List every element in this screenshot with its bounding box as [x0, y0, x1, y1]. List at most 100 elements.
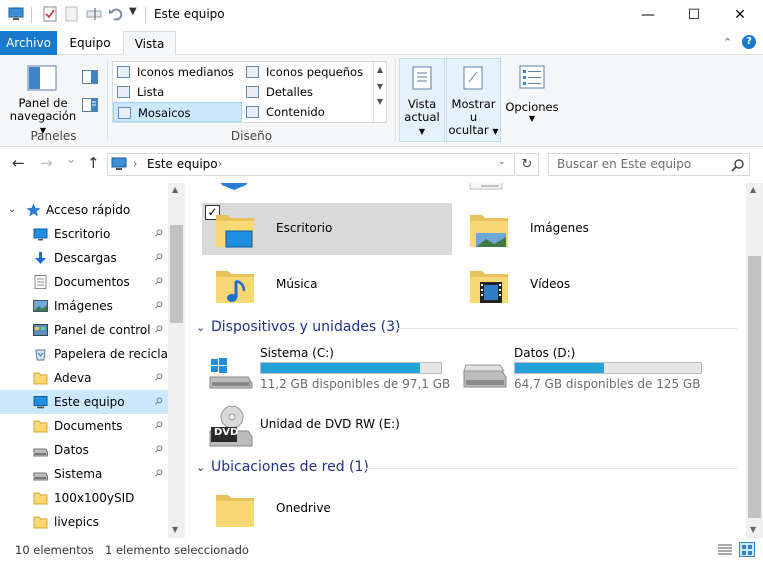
layout-tiles[interactable]: Mosaicos — [113, 102, 242, 122]
breadcrumb-location[interactable]: Este equipo — [147, 157, 218, 171]
scrollbar-thumb[interactable] — [748, 256, 761, 518]
current-view-button[interactable]: Vista actual ▼ — [399, 58, 445, 142]
section-header-devices[interactable]: Dispositivos y unidades (3) — [211, 319, 401, 335]
gallery-expand-icon[interactable]: ▼ — [374, 97, 386, 106]
forward-button[interactable]: → — [40, 154, 53, 172]
sidebar-item[interactable]: 100x100ySID — [0, 486, 168, 510]
tile-drive-e[interactable]: DVD Unidad de DVD RW (E:) — [202, 399, 452, 451]
tile-escritorio[interactable]: ✓ Escritorio — [202, 203, 452, 255]
new-folder-icon[interactable] — [64, 6, 80, 22]
sidebar-item[interactable]: Documents ⚲ — [0, 414, 168, 438]
computer-icon[interactable] — [8, 6, 24, 22]
tab-vista[interactable]: Vista — [123, 31, 176, 56]
tab-archivo[interactable]: Archivo — [0, 31, 57, 55]
sidebar-item[interactable]: Panel de control ⚲ — [0, 318, 168, 342]
preview-pane-icon[interactable] — [82, 70, 98, 84]
section-header-network[interactable]: Ubicaciones de red (1) — [211, 459, 369, 475]
refresh-button[interactable]: ↻ — [516, 153, 539, 176]
tab-equipo[interactable]: Equipo — [57, 31, 123, 55]
customize-qa-dropdown-icon[interactable]: ▼ — [129, 6, 137, 17]
close-button[interactable]: ✕ — [717, 0, 763, 31]
drive-usage-fill — [261, 363, 421, 373]
details-view-icon[interactable] — [717, 543, 733, 556]
sidebar-item[interactable]: Adeva ⚲ — [0, 366, 168, 390]
content-scrollbar[interactable]: ▲ ▼ — [746, 183, 763, 538]
scroll-up-icon[interactable]: ▲ — [750, 185, 756, 194]
search-icon[interactable] — [731, 159, 744, 172]
section-divider — [396, 328, 738, 329]
navigation-pane-icon[interactable] — [27, 65, 57, 91]
pin-icon[interactable]: ⚲ — [147, 295, 168, 317]
details-pane-icon[interactable] — [82, 98, 98, 112]
sidebar-item-label: Adeva — [54, 371, 92, 385]
sidebar-item[interactable]: Sistema ⚲ — [0, 462, 168, 486]
section-collapse-icon[interactable]: ⌄ — [196, 321, 205, 334]
scroll-up-icon[interactable]: ▲ — [172, 185, 178, 194]
minimize-button[interactable]: — — [625, 0, 671, 31]
current-view-icon — [412, 66, 432, 90]
rename-icon[interactable] — [86, 6, 102, 22]
pin-icon[interactable]: ⚲ — [147, 271, 168, 293]
show-hide-button[interactable]: Mostrar u ocultar ▼ — [446, 58, 501, 142]
sidebar-item[interactable]: Datos ⚲ — [0, 438, 168, 462]
layout-medium-icons[interactable]: Iconos medianos — [113, 62, 242, 82]
sidebar-item[interactable]: Descargas ⚲ — [0, 246, 168, 270]
tile-drive-d[interactable]: Datos (D:) 64,7 GB disponibles de 125 GB — [456, 343, 726, 395]
sidebar-item-label: Datos — [54, 443, 89, 457]
options-button[interactable]: Opciones ▼ — [504, 58, 560, 142]
title-bar: ▼ Este equipo — ☐ ✕ — [0, 0, 763, 31]
back-button[interactable]: ← — [12, 154, 25, 172]
pin-icon[interactable]: ⚲ — [147, 415, 168, 437]
ribbon-collapse-icon[interactable]: ⌃ — [723, 36, 732, 49]
large-icons-view-icon[interactable] — [739, 542, 755, 557]
search-input[interactable]: Buscar en Este equipo — [557, 157, 691, 171]
layout-details[interactable]: Detalles — [242, 82, 372, 102]
layout-small-icons[interactable]: Iconos pequeños — [242, 62, 372, 82]
pin-icon[interactable]: ⚲ — [147, 247, 168, 269]
address-dropdown-icon[interactable]: ⌄ — [498, 157, 506, 167]
pin-icon[interactable]: ⚲ — [147, 391, 168, 413]
layout-content[interactable]: Contenido — [242, 102, 372, 122]
current-view-label-2: actual — [404, 110, 440, 124]
maximize-button[interactable]: ☐ — [671, 0, 717, 31]
sidebar-item[interactable]: Papelera de recicla — [0, 342, 168, 366]
drive-icon — [33, 472, 48, 481]
pin-icon[interactable]: ⚲ — [147, 223, 168, 245]
search-box[interactable]: Buscar en Este equipo — [548, 153, 750, 176]
show-hide-icon — [463, 66, 483, 90]
pin-icon[interactable]: ⚲ — [147, 367, 168, 389]
breadcrumb-chevron-icon[interactable]: › — [133, 157, 137, 170]
sidebar-scrollbar[interactable]: ▲ ▼ — [168, 183, 185, 538]
tile-videos[interactable]: Vídeos — [456, 259, 726, 311]
sidebar-item[interactable]: livepics — [0, 510, 168, 534]
undo-icon[interactable] — [108, 6, 124, 22]
section-collapse-icon[interactable]: ⌄ — [196, 461, 205, 474]
folder-icon — [220, 183, 248, 190]
chevron-down-icon[interactable]: ⌄ — [8, 198, 16, 222]
layout-gallery-scroll[interactable]: ▲ ▼ ▼ — [373, 62, 386, 122]
sidebar-item-quick-access[interactable]: ⌄ Acceso rápido — [0, 198, 168, 222]
scroll-down-icon[interactable]: ▼ — [750, 525, 756, 534]
scrollbar-thumb[interactable] — [170, 225, 183, 323]
pin-icon[interactable]: ⚲ — [147, 439, 168, 461]
scroll-up-icon[interactable]: ▲ — [374, 65, 386, 74]
layout-list[interactable]: Lista — [113, 82, 242, 102]
properties-icon[interactable] — [42, 6, 58, 22]
sidebar-item[interactable]: Escritorio ⚲ — [0, 222, 168, 246]
tile-drive-c[interactable]: Sistema (C:) 11,2 GB disponibles de 97,1… — [202, 343, 452, 395]
tile-imagenes[interactable]: Imágenes — [456, 203, 726, 255]
tile-musica[interactable]: Música — [202, 259, 452, 311]
help-icon[interactable]: ? — [742, 35, 756, 49]
sidebar-item[interactable]: Documentos ⚲ — [0, 270, 168, 294]
address-bar[interactable]: › Este equipo › ⌄ — [107, 153, 515, 176]
breadcrumb-chevron-icon[interactable]: › — [218, 157, 222, 170]
recent-locations-button[interactable]: ⌄ — [66, 152, 76, 166]
up-button[interactable]: ↑ — [87, 154, 100, 172]
sidebar-item[interactable]: Este equipo ⚲ — [0, 390, 168, 414]
scroll-down-icon[interactable]: ▼ — [374, 82, 386, 91]
sidebar-item[interactable]: Imágenes ⚲ — [0, 294, 168, 318]
pin-icon[interactable]: ⚲ — [147, 463, 168, 485]
scroll-down-icon[interactable]: ▼ — [172, 525, 178, 534]
chevron-down-icon: ▼ — [418, 127, 426, 136]
tile-onedrive[interactable]: Onedrive — [202, 483, 452, 535]
